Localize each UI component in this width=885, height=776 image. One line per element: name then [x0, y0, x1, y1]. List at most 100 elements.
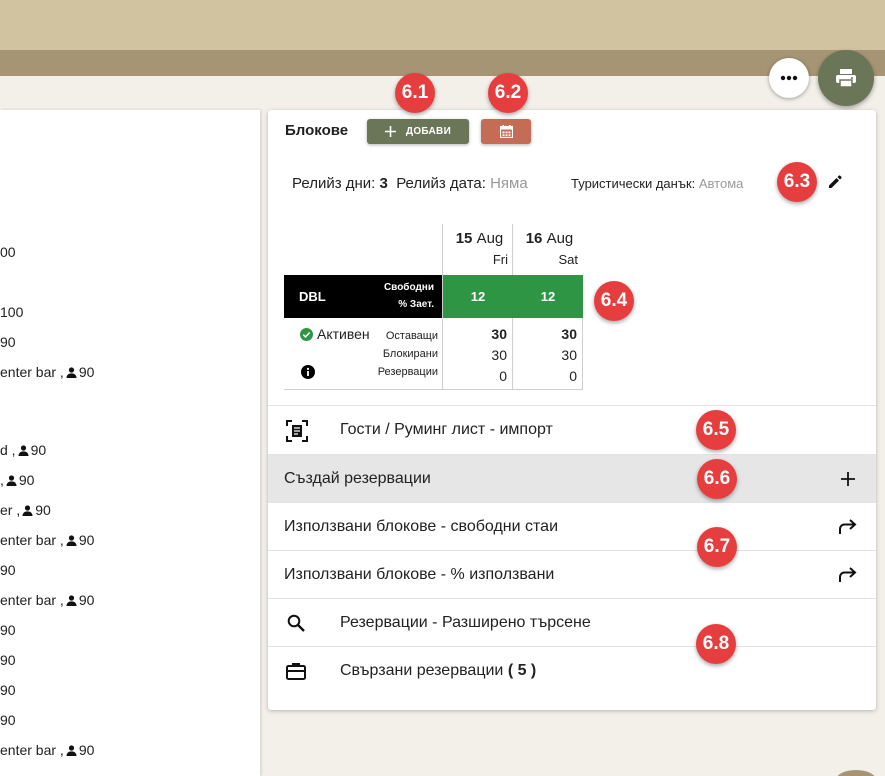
list-item-count: 90	[0, 622, 16, 638]
remaining-label: Оставащи	[385, 330, 438, 342]
menu-linked-reservations-label: Свързани резервации ( 5 )	[340, 662, 536, 680]
free-cell[interactable]: 12	[443, 275, 513, 318]
briefcase-icon	[286, 663, 306, 680]
list-item-count: 100	[0, 304, 24, 320]
list-item-text: enter bar ,	[0, 742, 64, 758]
date-month: Aug	[546, 230, 574, 247]
menu-used-percent[interactable]: Използвани блокове - % използвани	[268, 550, 876, 598]
list-item-count: 90	[18, 472, 35, 488]
menu-create-reservations[interactable]: Създай резервации	[268, 454, 876, 502]
more-horizontal-icon	[780, 75, 798, 81]
annotation-badge: 6.2	[488, 73, 528, 113]
list-item: enter bar , 90	[0, 532, 94, 548]
annotation-badge: 6.7	[697, 527, 737, 567]
print-button[interactable]	[818, 50, 874, 106]
blocks-card: Блокове ДОБАВИ Релийз дни: 3 Релийз дата…	[268, 110, 876, 710]
availability-grid: 15 Aug Fri 16 Aug Sat DBL Свободни % Зае…	[284, 224, 584, 390]
date-weekday: Sat	[558, 252, 578, 267]
list-item-count: 90	[30, 442, 47, 458]
menu-advanced-search-label: Резервации - Разширено търсене	[340, 613, 591, 631]
reservations-label: Резервации	[377, 366, 438, 378]
list-item-count: 90	[0, 334, 16, 350]
list-item: 90	[0, 652, 16, 668]
annotation-badge: 6.8	[696, 624, 736, 664]
add-block-label: ДОБАВИ	[405, 126, 452, 137]
forward-arrow-icon	[839, 567, 857, 582]
person-icon	[6, 474, 17, 486]
list-item: d , 90	[0, 442, 46, 458]
blocked-value: 30	[561, 347, 577, 363]
annotation-badge: 6.3	[777, 162, 817, 202]
menu-advanced-search[interactable]: Резервации - Разширено търсене	[268, 598, 876, 646]
list-item-text: ,	[0, 472, 4, 488]
reservations-value: 0	[569, 368, 577, 384]
date-day: 15	[455, 230, 473, 247]
blocked-value: 30	[491, 347, 507, 363]
person-icon	[66, 594, 77, 606]
release-date-value: Няма	[490, 175, 528, 192]
list-item-count: 90	[78, 532, 95, 548]
list-item-count: 90	[0, 562, 16, 578]
list-item: , 90	[0, 472, 34, 488]
list-item-count: 90	[78, 592, 95, 608]
tourist-tax: Туристически данък: Автома	[571, 176, 773, 191]
date-day: 16	[525, 230, 543, 247]
more-options-button[interactable]	[769, 58, 809, 98]
date-weekday: Fri	[492, 252, 508, 267]
blocked-label: Блокирани	[382, 348, 438, 360]
list-item: 90	[0, 712, 16, 728]
person-icon	[66, 744, 77, 756]
info-icon[interactable]	[301, 365, 315, 379]
list-item-text: er ,	[0, 502, 21, 518]
room-type: DBL	[299, 289, 326, 304]
reservations-list-panel: 00 100 90 enter bar , 90 d , 90, 90 er , 90 enter …	[0, 110, 260, 776]
person-icon	[66, 366, 77, 378]
free-cell[interactable]: 12	[513, 275, 583, 318]
list-item-count: 90	[0, 682, 16, 698]
bottom-fab-partial	[836, 770, 876, 776]
annotation-badge: 6.4	[594, 281, 634, 321]
annotation-badge: 6.5	[696, 410, 736, 450]
list-item: enter bar , 90	[0, 742, 94, 758]
menu-guests-import-label: Гости / Руминг лист - импорт	[340, 421, 553, 438]
free-label: Свободни	[383, 282, 434, 293]
document-scan-icon	[286, 420, 308, 442]
top-header	[0, 0, 885, 50]
menu-create-reservations-label: Създай резервации	[284, 469, 431, 487]
list-item: 90	[0, 682, 16, 698]
list-item: 00	[0, 244, 16, 260]
list-item-text: enter bar ,	[0, 592, 64, 608]
room-type-row: DBL Свободни % Зает.	[284, 275, 442, 318]
list-item-text: enter bar ,	[0, 532, 64, 548]
occupancy-label: % Зает.	[398, 299, 434, 310]
list-item-text: d ,	[0, 442, 16, 458]
date-column-1: 15 Aug Fri	[445, 230, 514, 267]
annotation-badge: 6.6	[697, 459, 737, 499]
list-item-count: 90	[78, 742, 95, 758]
linked-count: ( 5 )	[507, 661, 537, 679]
linked-label: Свързани резервации	[340, 661, 504, 679]
menu-used-free-rooms-label: Използвани блокове - свободни стаи	[284, 517, 558, 535]
list-item: 90	[0, 562, 16, 578]
list-item-text: enter bar ,	[0, 364, 64, 380]
date-column-2: 16 Aug Sat	[515, 230, 584, 267]
list-item-count: 90	[78, 364, 95, 380]
check-circle-icon	[300, 327, 313, 341]
list-item: er , 90	[0, 502, 51, 518]
menu-guests-import[interactable]: Гости / Руминг лист - импорт	[268, 405, 876, 454]
menu-used-free-rooms[interactable]: Използвани блокове - свободни стаи	[268, 502, 876, 550]
person-icon	[66, 534, 77, 546]
calendar-button[interactable]	[481, 119, 531, 144]
date-month: Aug	[476, 230, 504, 247]
menu-linked-reservations[interactable]: Свързани резервации ( 5 )	[268, 646, 876, 694]
list-item: 90	[0, 334, 16, 350]
status-active: Активен	[300, 326, 370, 342]
blocks-title: Блокове	[285, 122, 349, 139]
annotation-badge: 6.1	[395, 73, 435, 113]
list-item-count: 00	[0, 244, 16, 260]
add-block-button[interactable]: ДОБАВИ	[367, 119, 469, 144]
edit-icon[interactable]	[828, 175, 842, 189]
person-icon	[22, 504, 33, 516]
release-days-label: Релийз дни:	[292, 175, 376, 192]
plus-icon	[384, 126, 396, 137]
